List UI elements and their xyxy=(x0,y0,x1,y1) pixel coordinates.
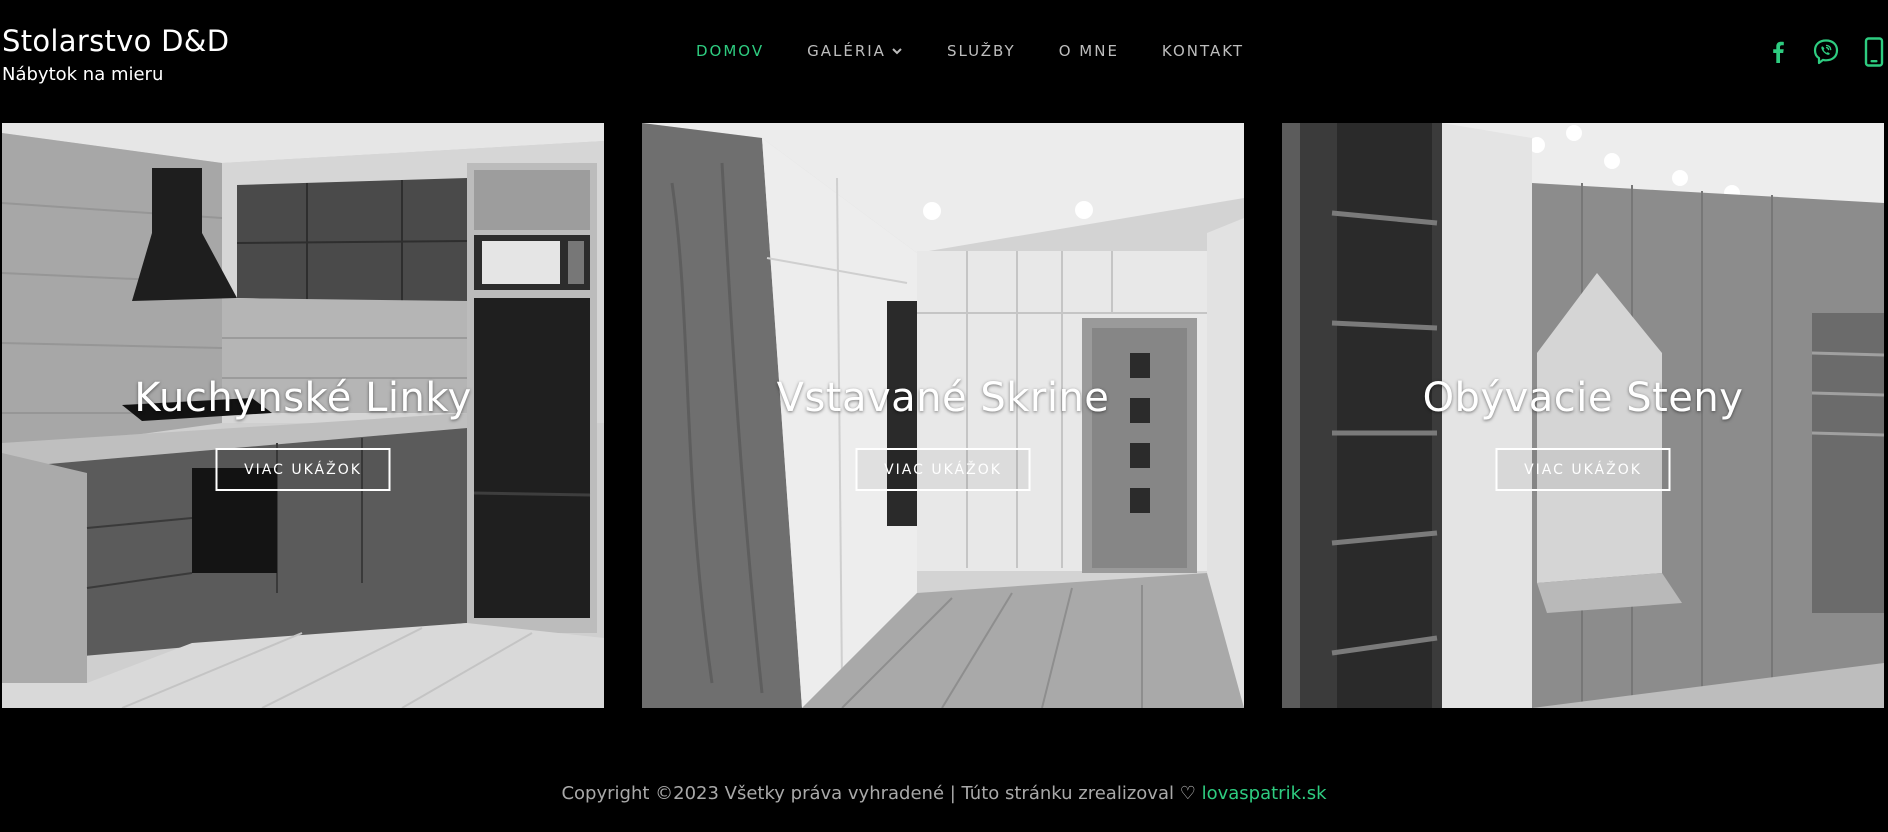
social-links xyxy=(1744,37,1888,67)
card-title: Obývacie Steny xyxy=(1422,375,1744,421)
phone-icon[interactable] xyxy=(1860,37,1888,67)
heart-icon: ♡ xyxy=(1179,783,1196,804)
card-obyvacie-steny[interactable]: Obývacie Steny VIAC UKÁŽOK xyxy=(1282,123,1884,708)
nav-item-o-mne[interactable]: O MNE xyxy=(1059,42,1119,60)
nav-item-sluzby[interactable]: SLUŽBY xyxy=(947,42,1016,60)
nav-item-label: DOMOV xyxy=(696,42,765,60)
nav-item-kontakt[interactable]: KONTAKT xyxy=(1162,42,1244,60)
nav-item-label: GALÉRIA xyxy=(807,42,886,60)
card-title: Vstavané Skrine xyxy=(776,375,1110,421)
card-kuchynske-linky[interactable]: Kuchynské Linky VIAC UKÁŽOK xyxy=(2,123,604,708)
site-title[interactable]: Stolarstvo D&D xyxy=(2,22,229,60)
footer: Copyright ©2023 Všetky práva vyhradené |… xyxy=(0,783,1888,804)
copyright-text: Copyright ©2023 Všetky práva vyhradené |… xyxy=(561,783,1174,804)
nav-item-domov[interactable]: DOMOV xyxy=(696,42,764,60)
more-examples-button[interactable]: VIAC UKÁŽOK xyxy=(855,448,1031,491)
viber-icon[interactable] xyxy=(1812,38,1840,66)
author-link[interactable]: lovaspatrik.sk xyxy=(1202,783,1327,804)
more-examples-button[interactable]: VIAC UKÁŽOK xyxy=(215,448,391,491)
nav-item-label: SLUŽBY xyxy=(946,42,1016,60)
site-brand[interactable]: Stolarstvo D&D Nábytok na mieru xyxy=(2,22,229,88)
card-vstavane-skrine[interactable]: Vstavané Skrine VIAC UKÁŽOK xyxy=(642,123,1244,708)
main-nav: DOMOV GALÉRIA SLUŽBY O MNE KONTAKT xyxy=(696,42,1287,60)
chevron-down-icon xyxy=(892,48,902,55)
nav-item-galeria[interactable]: GALÉRIA xyxy=(807,42,904,60)
card-title: Kuchynské Linky xyxy=(134,375,472,421)
site-subtitle: Nábytok na mieru xyxy=(2,64,164,85)
more-examples-button[interactable]: VIAC UKÁŽOK xyxy=(1495,448,1671,491)
facebook-icon[interactable] xyxy=(1764,38,1792,66)
nav-item-label: KONTAKT xyxy=(1161,42,1245,60)
nav-item-label: O MNE xyxy=(1058,42,1119,60)
